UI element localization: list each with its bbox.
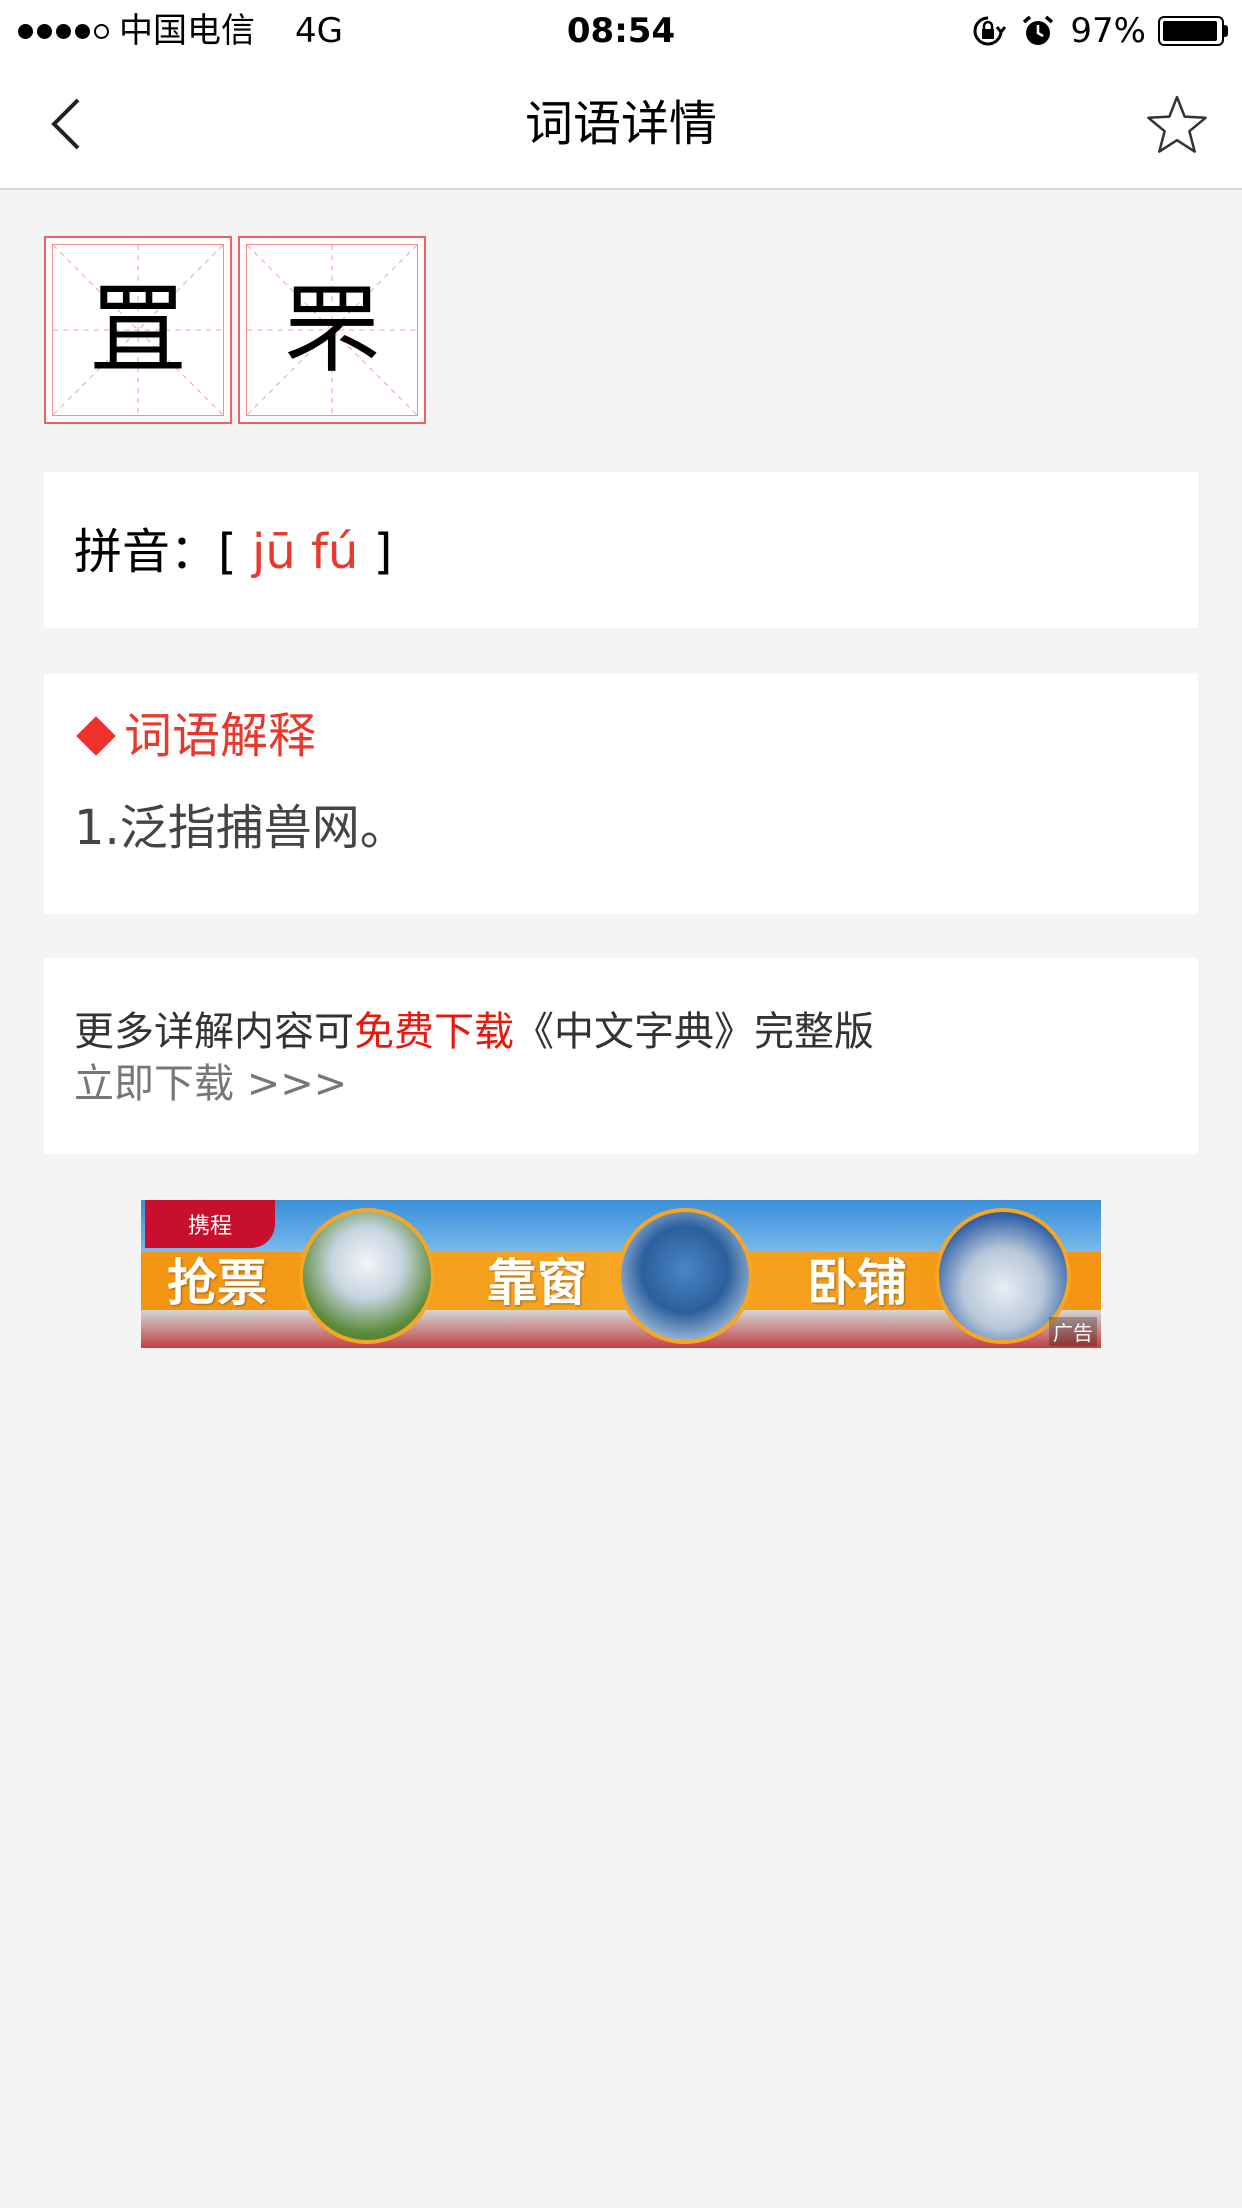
- character-boxes: 罝 罘: [44, 236, 426, 424]
- explanation-card: 词语解释 1.泛指捕兽网。: [44, 674, 1198, 914]
- status-right: 97%: [970, 10, 1228, 52]
- pinyin-card: 拼音：[ jū fú ]: [44, 472, 1198, 628]
- ad-brand-logo: 携程: [145, 1200, 275, 1248]
- status-bar: 中国电信 4G 08:54 97%: [0, 0, 1242, 62]
- seat-image: [617, 1208, 753, 1344]
- nav-bar: 词语详情: [0, 62, 1242, 190]
- pinyin-line: 拼音：[ jū fú ]: [74, 520, 392, 584]
- pinyin-label: 拼音：: [74, 524, 219, 580]
- battery-fill: [1163, 21, 1218, 41]
- definition-item: 1.泛指捕兽网。: [74, 800, 408, 856]
- train-image: [299, 1208, 435, 1344]
- pinyin-open-bracket: [: [218, 524, 237, 580]
- pinyin-value: jū fú: [252, 524, 359, 580]
- page-title: 词语详情: [524, 96, 717, 152]
- free-download-link[interactable]: 免费下载: [354, 1009, 514, 1055]
- download-prefix: 更多详解内容可: [74, 1009, 354, 1055]
- character-box: 罘: [238, 236, 426, 424]
- alarm-icon: [1023, 15, 1054, 45]
- ad-label: 抢票: [167, 1254, 267, 1312]
- download-card[interactable]: 更多详解内容可免费下载《中文字典》完整版 立即下载 >>>: [44, 958, 1198, 1154]
- orientation-lock-icon: [973, 16, 1007, 46]
- ad-banner[interactable]: 携程 抢票 靠窗 卧铺 广告: [141, 1200, 1101, 1348]
- ad-label: 靠窗: [487, 1254, 587, 1312]
- diamond-icon: [76, 716, 116, 756]
- pinyin-close-bracket: ]: [373, 524, 393, 580]
- section-heading: 词语解释: [74, 704, 316, 768]
- battery-percent: 97%: [1070, 11, 1146, 51]
- download-now-link[interactable]: 立即下载 >>>: [74, 1058, 347, 1110]
- download-description: 更多详解内容可免费下载《中文字典》完整版: [74, 1006, 874, 1058]
- character-glyph: 罘: [284, 274, 380, 386]
- ad-label: 卧铺: [807, 1254, 907, 1312]
- battery-cap: [1224, 25, 1228, 37]
- character-box: 罝: [44, 236, 232, 424]
- ad-tag: 广告: [1049, 1317, 1097, 1346]
- battery-icon: [1158, 16, 1224, 46]
- download-suffix: 《中文字典》完整版: [514, 1009, 874, 1055]
- section-heading-text: 词语解释: [124, 708, 317, 764]
- star-outline-icon[interactable]: [1144, 92, 1210, 158]
- character-glyph: 罝: [90, 274, 186, 386]
